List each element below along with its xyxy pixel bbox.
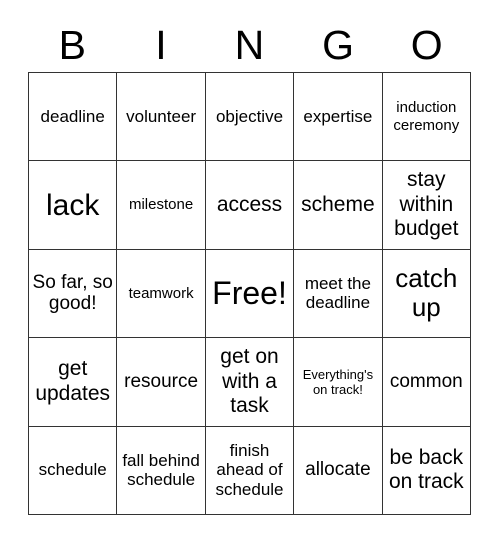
bingo-cell-label: resource bbox=[124, 370, 199, 392]
bingo-cell[interactable]: common bbox=[382, 338, 471, 427]
bingo-cell-label: expertise bbox=[303, 106, 373, 126]
bingo-header: B I N G O bbox=[28, 18, 471, 72]
header-letter-b: B bbox=[58, 21, 86, 68]
header-letter-o: O bbox=[410, 21, 443, 68]
bingo-grid: deadline volunteer objective expertise i… bbox=[28, 72, 471, 515]
bingo-cell[interactable]: catch up bbox=[382, 249, 471, 339]
bingo-cell-label: common bbox=[389, 370, 463, 392]
bingo-cell-label: deadline bbox=[40, 106, 105, 126]
bingo-cell-free[interactable]: Free! bbox=[205, 249, 295, 339]
bingo-cell[interactable]: So far, so good! bbox=[29, 249, 118, 339]
bingo-cell-label: allocate bbox=[305, 459, 371, 481]
bingo-cell-label: milestone bbox=[128, 196, 194, 214]
bingo-cell-label: lack bbox=[46, 188, 100, 222]
bingo-cell[interactable]: get on with a task bbox=[205, 338, 295, 427]
bingo-cell-label: Everything's on track! bbox=[302, 366, 374, 397]
bingo-card: B I N G O deadline volunteer objective e… bbox=[0, 0, 500, 544]
bingo-cell[interactable]: allocate bbox=[294, 426, 383, 515]
bingo-cell[interactable]: milestone bbox=[117, 161, 206, 250]
bingo-cell-label: finish ahead of schedule bbox=[215, 440, 284, 500]
bingo-cell-label: get on with a task bbox=[220, 344, 279, 418]
bingo-cell[interactable]: be back on track bbox=[382, 426, 471, 515]
bingo-cell[interactable]: deadline bbox=[29, 73, 118, 162]
bingo-cell[interactable]: teamwork bbox=[117, 249, 206, 339]
bingo-cell[interactable]: fall behind schedule bbox=[117, 426, 206, 515]
header-letter-i: I bbox=[155, 21, 167, 68]
bingo-cell[interactable]: objective bbox=[205, 73, 295, 162]
bingo-cell-label: So far, so good! bbox=[32, 271, 113, 315]
bingo-cell[interactable]: schedule bbox=[29, 426, 118, 515]
bingo-cell[interactable]: get updates bbox=[29, 338, 118, 427]
bingo-cell[interactable]: stay within budget bbox=[382, 161, 471, 250]
bingo-cell-label: fall behind schedule bbox=[122, 450, 200, 490]
bingo-cell-label: teamwork bbox=[128, 284, 194, 302]
bingo-cell[interactable]: meet the deadline bbox=[294, 249, 383, 339]
bingo-cell-label: get updates bbox=[35, 357, 111, 405]
bingo-cell[interactable]: lack bbox=[29, 161, 118, 250]
bingo-cell[interactable]: finish ahead of schedule bbox=[205, 426, 295, 515]
bingo-cell[interactable]: scheme bbox=[294, 161, 383, 250]
header-letter-n: N bbox=[234, 21, 265, 68]
bingo-cell-label: objective bbox=[215, 106, 284, 126]
bingo-cell-label: Free! bbox=[212, 274, 287, 311]
bingo-cell[interactable]: Everything's on track! bbox=[294, 338, 383, 427]
bingo-cell[interactable]: volunteer bbox=[117, 73, 206, 162]
bingo-cell[interactable]: expertise bbox=[294, 73, 383, 162]
bingo-cell-label: stay within budget bbox=[394, 167, 459, 241]
bingo-cell-label: scheme bbox=[301, 192, 375, 216]
bingo-cell-label: meet the deadline bbox=[304, 273, 371, 313]
bingo-cell-label: be back on track bbox=[388, 445, 464, 494]
bingo-cell[interactable]: access bbox=[205, 161, 295, 250]
bingo-cell-label: catch up bbox=[395, 262, 458, 323]
bingo-cell-label: schedule bbox=[38, 460, 107, 480]
bingo-cell-label: induction ceremony bbox=[393, 99, 460, 134]
bingo-cell[interactable]: resource bbox=[117, 338, 206, 427]
header-letter-g: G bbox=[322, 21, 355, 68]
bingo-cell[interactable]: induction ceremony bbox=[382, 73, 471, 162]
bingo-cell-label: access bbox=[216, 192, 283, 216]
bingo-cell-label: volunteer bbox=[126, 106, 197, 126]
